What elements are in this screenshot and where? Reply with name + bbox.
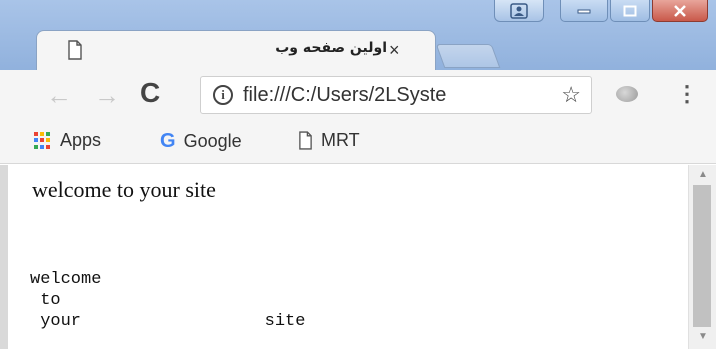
minimize-button[interactable] xyxy=(560,0,608,22)
menu-icon[interactable]: ⋮ xyxy=(676,80,698,108)
maximize-icon xyxy=(623,5,637,16)
scroll-thumb[interactable] xyxy=(693,185,711,327)
close-window-button[interactable] xyxy=(652,0,708,22)
page-content: welcome to your site welcome to your sit… xyxy=(0,165,688,349)
bookmark-label: MRT xyxy=(321,130,360,150)
google-icon: G xyxy=(160,130,176,152)
scroll-down-icon[interactable]: ▼ xyxy=(698,331,708,342)
page-heading-text: welcome to your site xyxy=(32,177,216,202)
bookmark-apps[interactable]: Apps xyxy=(34,130,101,151)
reload-icon[interactable]: C xyxy=(140,79,160,107)
new-tab-button[interactable] xyxy=(435,44,501,68)
tab-title: اولین صفحه وب xyxy=(275,40,387,56)
bookmark-label: Google xyxy=(183,131,242,151)
scroll-up-icon[interactable]: ▲ xyxy=(698,169,708,180)
toolbar: ← → C i file:///C:/Users/2LSyste ☆ ⋮ xyxy=(0,70,716,120)
title-bar: اولین صفحه وب × xyxy=(0,0,716,76)
bookmarks-bar: Apps G Google MRT xyxy=(0,120,716,164)
person-icon xyxy=(510,2,528,19)
apps-icon xyxy=(34,131,52,150)
bookmark-mrt[interactable]: MRT xyxy=(298,130,360,151)
bookmark-label: Apps xyxy=(60,130,102,150)
maximize-button[interactable] xyxy=(610,0,650,22)
address-bar[interactable]: i file:///C:/Users/2LSyste ☆ xyxy=(200,76,592,114)
window-controls xyxy=(494,0,708,30)
tab-close-icon[interactable]: × xyxy=(389,39,400,61)
profile-button[interactable] xyxy=(494,0,544,22)
forward-icon[interactable]: → xyxy=(94,82,120,108)
page-icon xyxy=(68,40,82,60)
url-text[interactable]: file:///C:/Users/2LSyste xyxy=(243,84,543,107)
preformatted-text: welcome to your site xyxy=(30,270,306,331)
minimize-icon xyxy=(577,9,591,13)
back-icon[interactable]: ← xyxy=(46,82,72,108)
close-icon xyxy=(674,4,686,17)
bookmark-google[interactable]: G Google xyxy=(160,130,242,153)
browser-tab[interactable]: اولین صفحه وب × xyxy=(36,30,436,70)
extension-icon[interactable] xyxy=(616,86,638,102)
page-icon xyxy=(299,131,312,150)
info-icon[interactable]: i xyxy=(213,85,233,105)
star-icon[interactable]: ☆ xyxy=(561,82,581,108)
vertical-scrollbar[interactable]: ▲ ▼ xyxy=(688,165,716,349)
